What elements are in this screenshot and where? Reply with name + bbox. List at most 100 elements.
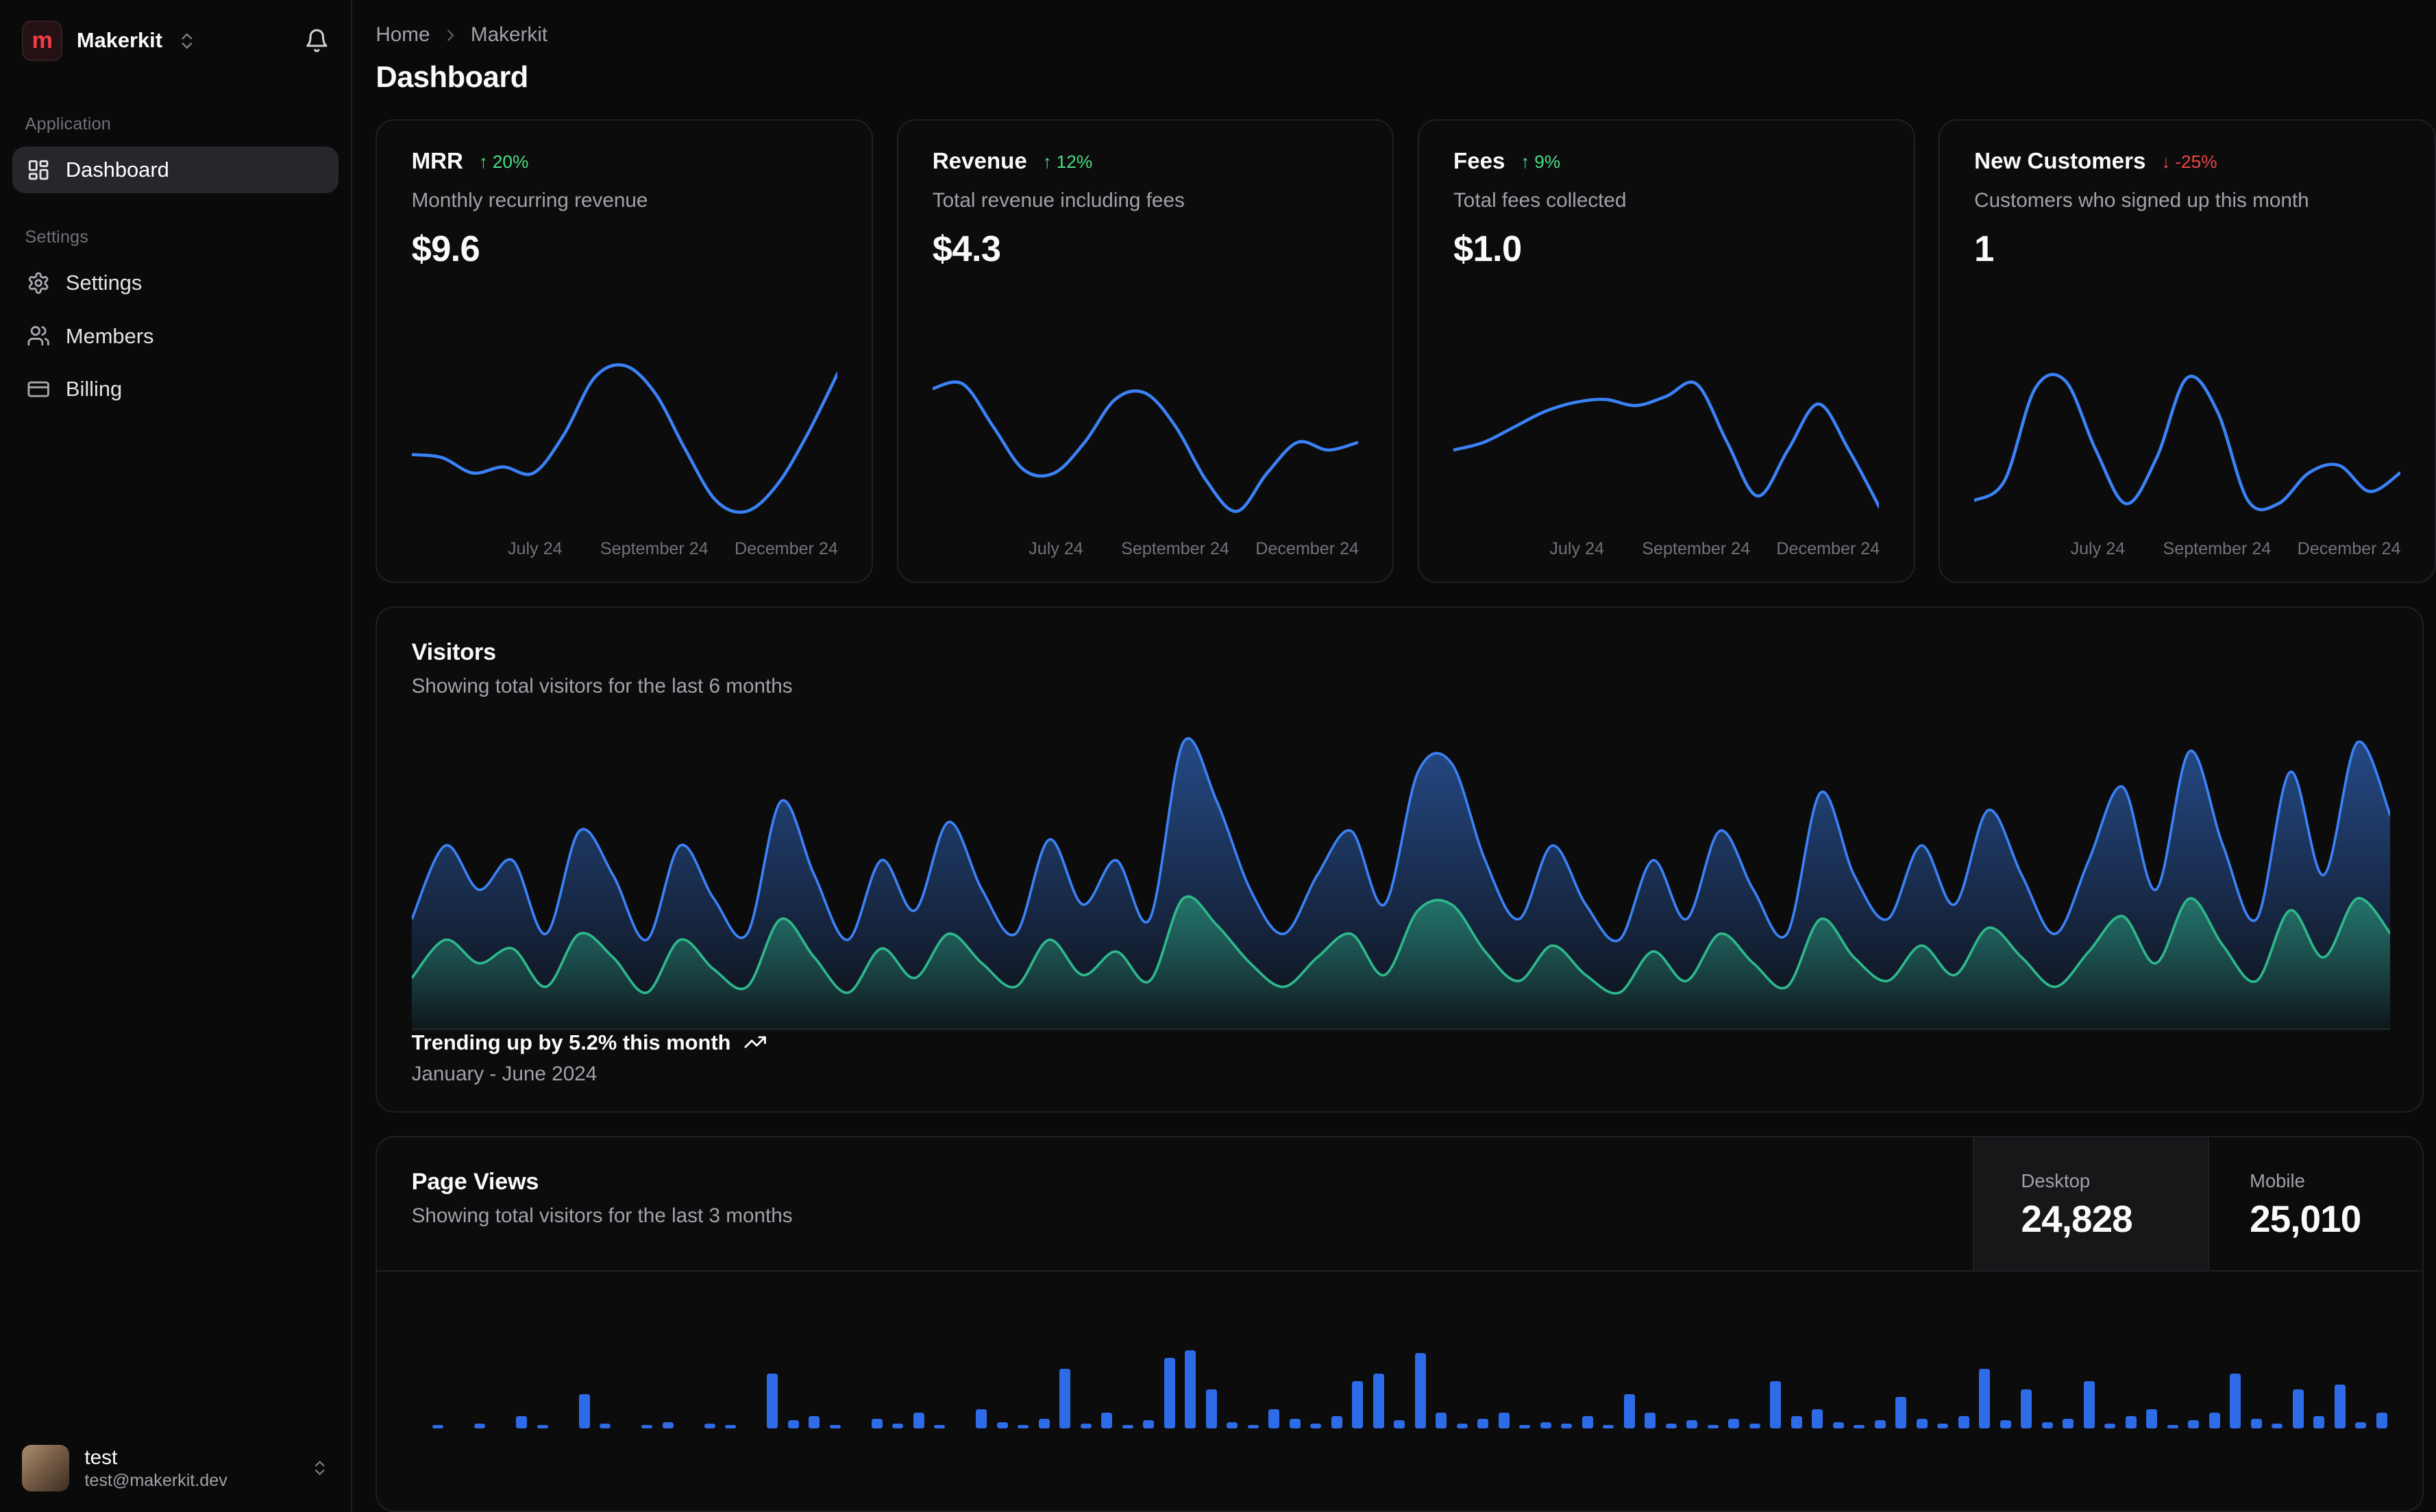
x-axis-label: July 24 bbox=[1029, 538, 1083, 558]
chevrons-up-down-icon[interactable] bbox=[177, 31, 197, 51]
bar bbox=[2063, 1419, 2074, 1428]
bar bbox=[1874, 1420, 1886, 1428]
bar bbox=[1373, 1373, 1384, 1428]
bar bbox=[809, 1415, 820, 1428]
stat-trend-badge: ↑ 20% bbox=[479, 151, 529, 173]
stat-toggle-mobile[interactable]: Mobile 25,010 bbox=[2207, 1137, 2422, 1271]
bar bbox=[1436, 1412, 1447, 1428]
trend-arrow-icon: ↑ bbox=[1521, 151, 1530, 172]
breadcrumb-home-link[interactable]: Home bbox=[376, 23, 430, 47]
bar bbox=[537, 1425, 548, 1428]
sidebar-item-dashboard[interactable]: Dashboard bbox=[12, 147, 339, 193]
bar bbox=[1310, 1423, 1322, 1428]
stat-toggle-value: 24,828 bbox=[2021, 1197, 2133, 1240]
stat-value: $1.0 bbox=[1453, 228, 1522, 269]
bar bbox=[1832, 1422, 1844, 1428]
bar bbox=[1205, 1389, 1217, 1428]
avatar bbox=[21, 1444, 69, 1492]
stat-title: New Customers bbox=[1974, 149, 2146, 175]
stat-toggle-desktop[interactable]: Desktop 24,828 bbox=[1973, 1137, 2208, 1271]
stat-card-new-customers: New Customers ↓ -25% Customers who signe… bbox=[1938, 119, 2436, 583]
bar bbox=[1770, 1381, 1782, 1428]
bar bbox=[1185, 1350, 1196, 1428]
bar bbox=[2188, 1420, 2200, 1428]
bar bbox=[1018, 1425, 1029, 1428]
bar bbox=[1289, 1419, 1301, 1428]
bar bbox=[1498, 1412, 1510, 1428]
user-menu[interactable]: test test@makerkit.dev bbox=[0, 1424, 351, 1512]
bar bbox=[2021, 1389, 2032, 1428]
bar bbox=[1854, 1425, 1865, 1428]
bar bbox=[1623, 1393, 1635, 1428]
bar bbox=[829, 1425, 841, 1428]
stat-title: Fees bbox=[1453, 149, 1505, 175]
user-name: test bbox=[84, 1446, 118, 1469]
bar bbox=[2083, 1381, 2095, 1428]
stat-trend-value: 20% bbox=[492, 151, 529, 172]
visitors-period: January - June 2024 bbox=[411, 1063, 598, 1086]
stat-subtitle: Total fees collected bbox=[1453, 189, 1627, 212]
bar bbox=[1937, 1423, 1949, 1428]
bar bbox=[1164, 1357, 1175, 1428]
stat-trend-badge: ↓ -25% bbox=[2161, 151, 2217, 173]
bar bbox=[787, 1420, 799, 1428]
trend-arrow-icon: ↑ bbox=[478, 151, 488, 172]
bar bbox=[1958, 1415, 1969, 1428]
bar bbox=[2313, 1415, 2325, 1428]
bar bbox=[892, 1423, 904, 1428]
bar bbox=[2292, 1389, 2304, 1428]
x-axis-label: September 24 bbox=[1642, 538, 1751, 558]
sidebar-item-settings[interactable]: Settings bbox=[12, 260, 339, 307]
sidebar-item-label: Settings bbox=[65, 271, 143, 295]
bar bbox=[2355, 1422, 2367, 1428]
bar bbox=[1122, 1425, 1133, 1428]
bar bbox=[976, 1409, 987, 1428]
bar bbox=[1268, 1409, 1280, 1428]
mrr-sparkline-chart bbox=[411, 356, 837, 528]
x-axis-label: September 24 bbox=[1121, 538, 1229, 558]
trend-arrow-icon: ↑ bbox=[1042, 151, 1052, 172]
notifications-button[interactable] bbox=[304, 28, 330, 53]
bar bbox=[1665, 1423, 1677, 1428]
revenue-sparkline-chart bbox=[932, 356, 1359, 528]
bar bbox=[725, 1425, 737, 1428]
bar bbox=[1707, 1425, 1719, 1428]
page-views-subtitle: Showing total visitors for the last 3 mo… bbox=[411, 1204, 793, 1228]
stat-trend-value: 12% bbox=[1056, 151, 1093, 172]
x-axis-labels: July 24 September 24 December 24 bbox=[412, 539, 838, 562]
bar bbox=[2041, 1422, 2053, 1428]
makerkit-logo-icon: m bbox=[21, 20, 63, 62]
bar bbox=[662, 1422, 674, 1428]
stat-card-mrr: MRR ↑ 20% Monthly recurring revenue $9.6… bbox=[376, 119, 874, 583]
sidebar-item-label: Billing bbox=[65, 376, 123, 401]
bell-icon bbox=[306, 29, 328, 53]
x-axis-labels: July 24 September 24 December 24 bbox=[1453, 538, 1880, 562]
bar bbox=[2334, 1384, 2346, 1428]
x-axis-label: July 24 bbox=[1549, 538, 1604, 558]
stat-trend-value: 9% bbox=[1534, 151, 1561, 172]
bar bbox=[600, 1423, 611, 1428]
bar bbox=[1059, 1368, 1071, 1428]
stat-card-revenue: Revenue ↑ 12% Total revenue including fe… bbox=[896, 119, 1394, 583]
bar bbox=[913, 1412, 924, 1428]
stat-cards-row: MRR ↑ 20% Monthly recurring revenue $9.6… bbox=[376, 119, 2436, 583]
bar bbox=[704, 1423, 715, 1428]
stat-trend-badge: ↑ 12% bbox=[1043, 151, 1093, 173]
sidebar-item-billing[interactable]: Billing bbox=[12, 366, 339, 412]
bar bbox=[1101, 1412, 1113, 1428]
app-root: m Makerkit Application Dashboard Setting… bbox=[0, 0, 2436, 1512]
main-content: Home Makerkit Dashboard MRR ↑ 20% Monthl… bbox=[352, 0, 2436, 1512]
x-axis-labels: July 24 September 24 December 24 bbox=[933, 538, 1360, 562]
breadcrumb-current: Makerkit bbox=[470, 23, 548, 47]
bar bbox=[1895, 1397, 1907, 1428]
bar bbox=[1916, 1419, 1928, 1428]
sidebar-item-members[interactable]: Members bbox=[12, 313, 339, 360]
bar bbox=[1812, 1409, 1823, 1428]
bar bbox=[1603, 1425, 1614, 1428]
x-axis-label: September 24 bbox=[2163, 538, 2272, 558]
visitors-subtitle: Showing total visitors for the last 6 mo… bbox=[411, 675, 793, 698]
workspace-switcher[interactable]: Makerkit bbox=[77, 28, 162, 53]
x-axis-label: July 24 bbox=[2070, 538, 2126, 558]
stat-value: $4.3 bbox=[932, 228, 1001, 269]
x-axis-label: December 24 bbox=[1255, 538, 1360, 558]
